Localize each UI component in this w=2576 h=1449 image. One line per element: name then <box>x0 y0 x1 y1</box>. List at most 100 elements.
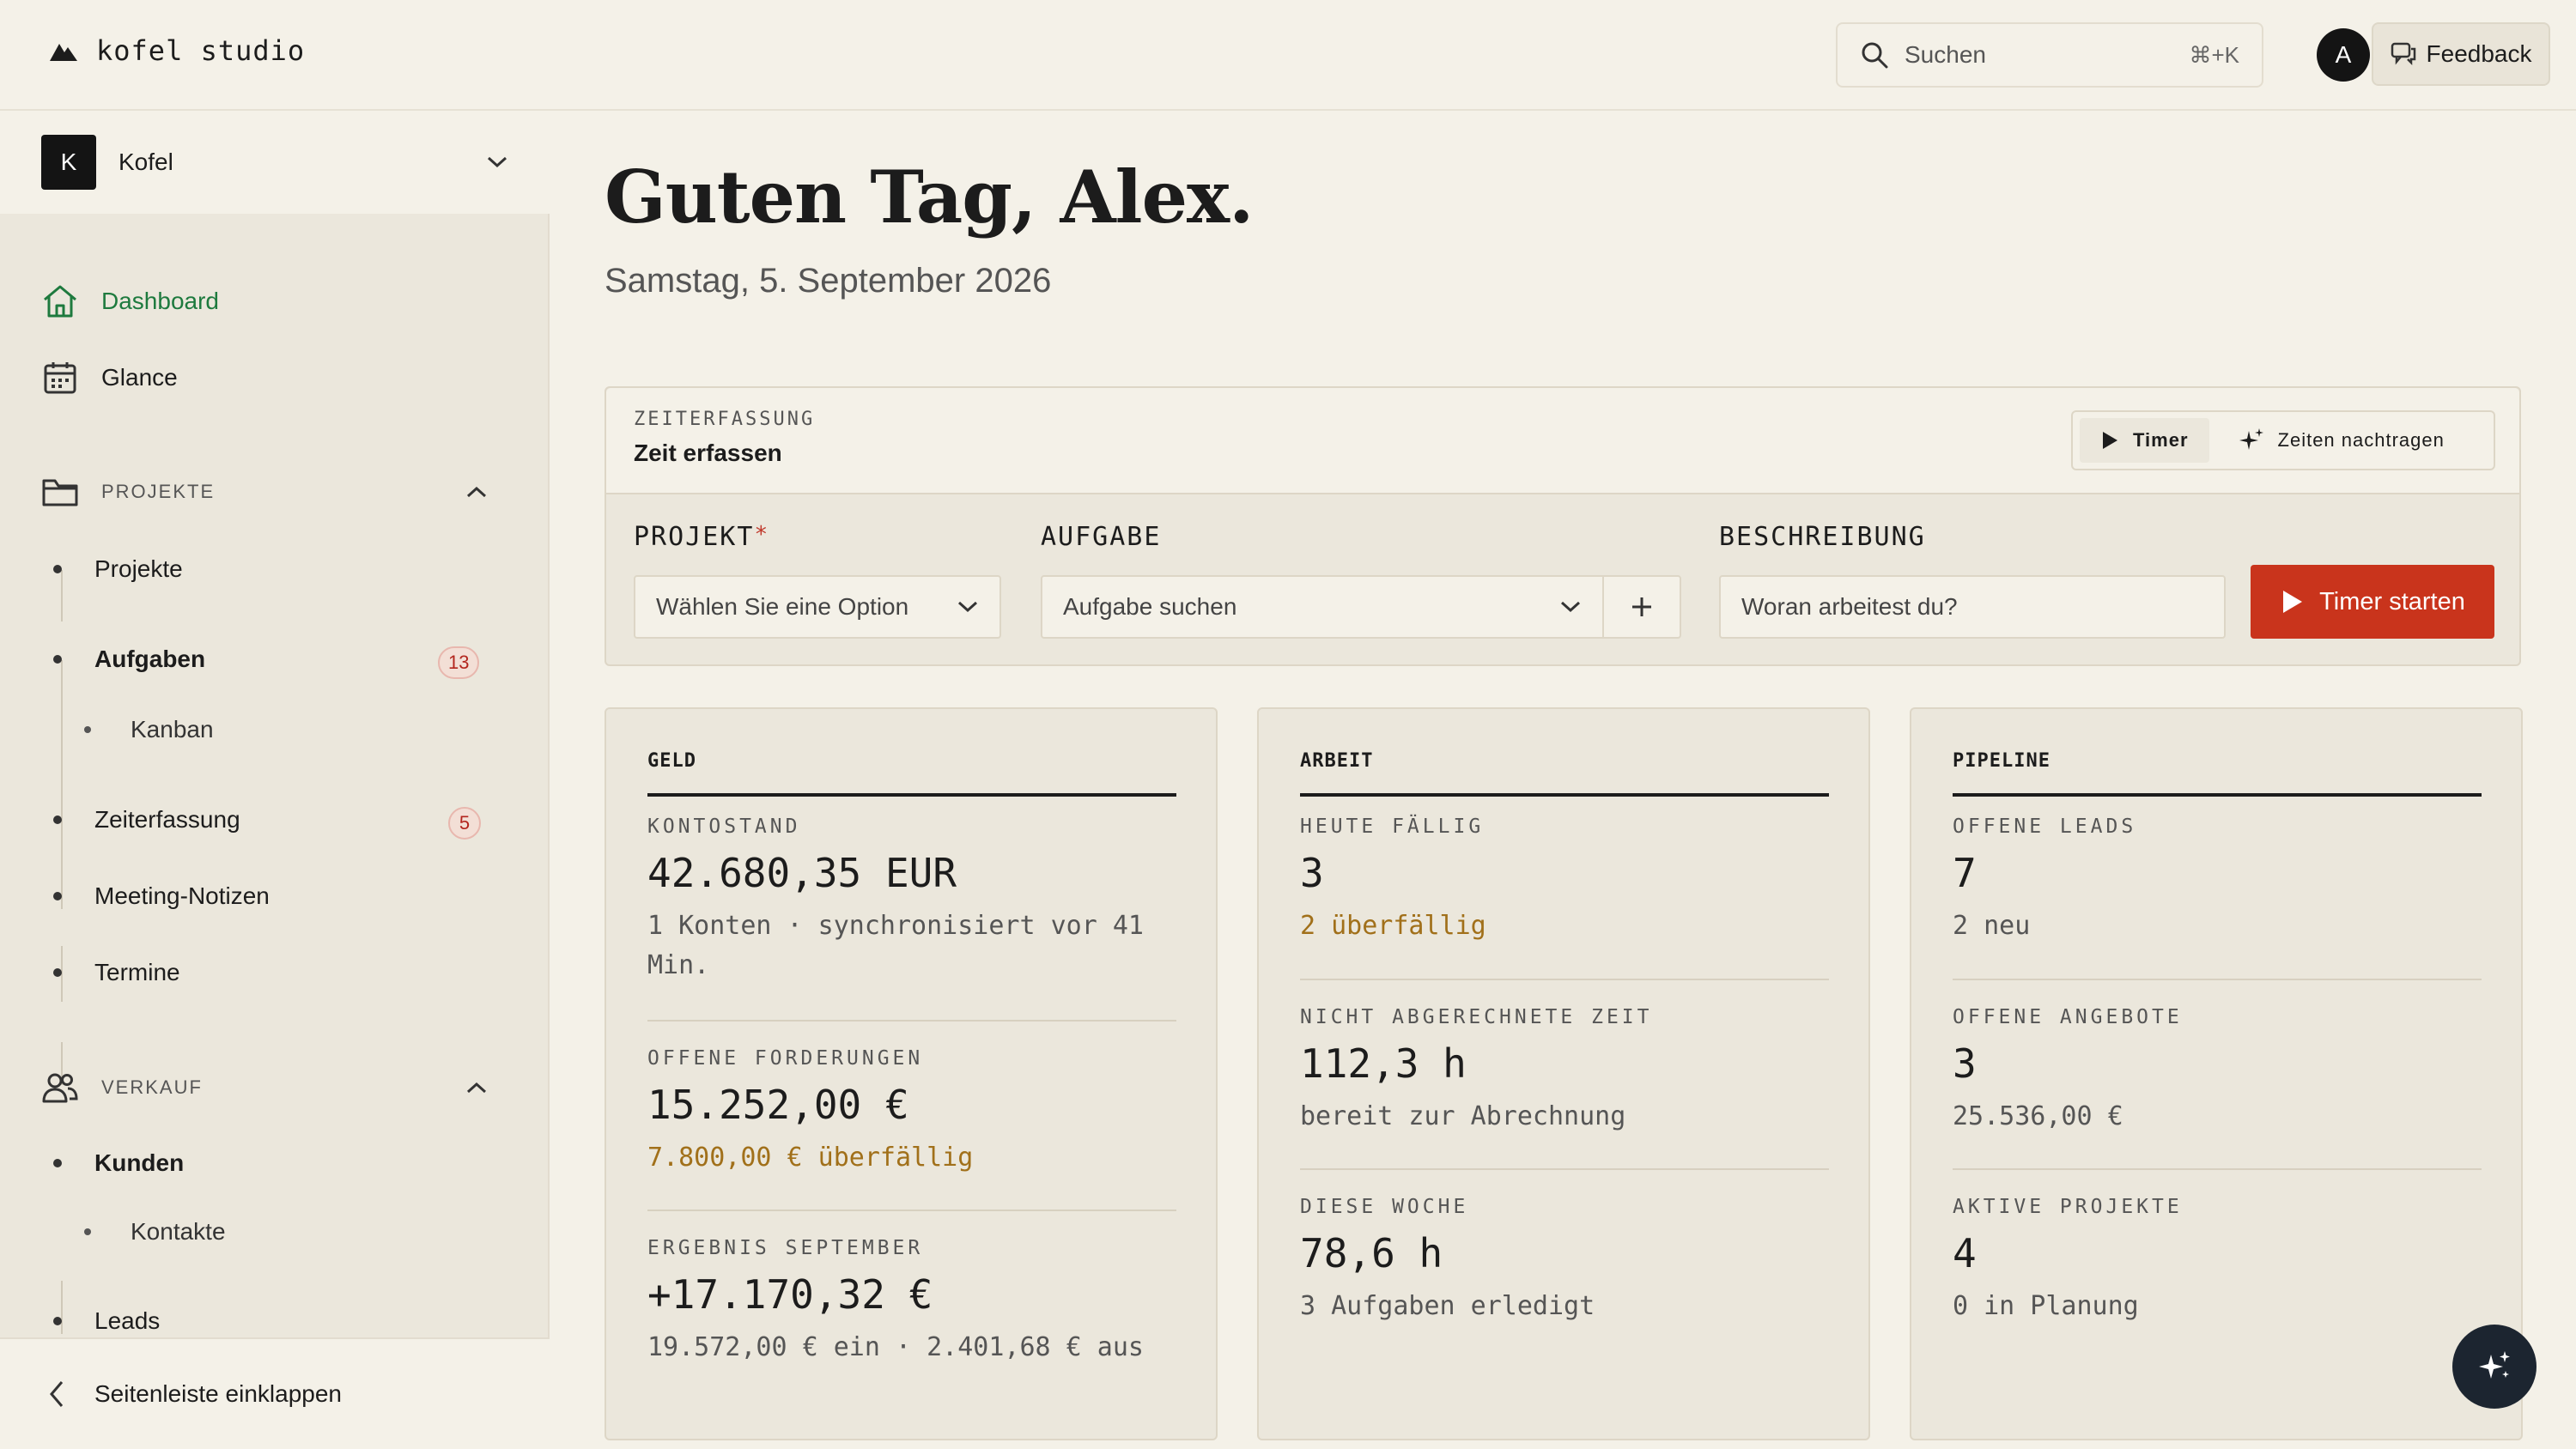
time-entry-kicker: ZEITERFASSUNG <box>634 409 816 430</box>
folder-icon <box>42 479 78 506</box>
calendar-icon <box>44 362 76 394</box>
project-select-placeholder: Wählen Sie eine Option <box>656 593 909 620</box>
project-select[interactable]: Wählen Sie eine Option <box>634 575 1001 639</box>
sidebar-item-appointments[interactable]: Termine <box>53 959 180 986</box>
section-sales-header[interactable]: VERKAUF <box>41 1070 488 1105</box>
time-entry-title: Zeit erfassen <box>634 440 782 466</box>
stat-label: ERGEBNIS SEPTEMBER <box>647 1237 924 1259</box>
sidebar-item-dashboard[interactable]: Dashboard <box>41 282 219 320</box>
stat-label: DIESE WOCHE <box>1300 1196 1469 1218</box>
page-date: Samstag, 5. September 2026 <box>605 262 1052 300</box>
bullet <box>53 565 62 573</box>
sidebar-item-leads[interactable]: Leads <box>53 1307 160 1335</box>
sidebar-item-label: Kanban <box>131 716 214 743</box>
add-task-button[interactable] <box>1602 575 1681 639</box>
required-mark: * <box>754 522 770 548</box>
bullet <box>53 655 62 664</box>
feedback-button[interactable]: Feedback <box>2372 22 2550 86</box>
collapse-sidebar-label: Seitenleiste einklappen <box>94 1380 342 1407</box>
stat-label: OFFENE LEADS <box>1953 815 2137 838</box>
description-placeholder: Woran arbeitest du? <box>1741 593 1958 620</box>
time-entry-mode-toggle: Timer Zeiten nachtragen <box>2071 410 2495 470</box>
stat-sub: 0 in Planung <box>1953 1291 2139 1321</box>
stat-sub: 3 Aufgaben erledigt <box>1300 1291 1595 1321</box>
pipeline-card-title: PIPELINE <box>1953 750 2482 797</box>
chevron-down-icon <box>1560 601 1581 613</box>
brand-name: kofel studio <box>96 34 306 67</box>
bullet <box>53 1159 62 1167</box>
sidebar-item-time-tracking[interactable]: Zeiterfassung <box>53 806 240 834</box>
sidebar-item-contacts[interactable]: Kontakte <box>84 1218 226 1246</box>
receivables-stat: OFFENE FORDERUNGEN 15.252,00 € 7.800,00 … <box>647 1020 1176 1178</box>
stat-label: OFFENE ANGEBOTE <box>1953 1006 2183 1028</box>
start-timer-button[interactable]: Timer starten <box>2251 565 2494 639</box>
bullet <box>84 726 91 733</box>
search-label: Suchen <box>1905 41 1986 68</box>
search-icon <box>1862 42 1888 69</box>
stat-value: 42.680,35 EUR <box>647 850 957 896</box>
description-input[interactable]: Woran arbeitest du? <box>1719 575 2226 639</box>
open-offers-stat: OFFENE ANGEBOTE 3 25.536,00 € <box>1953 979 2482 1137</box>
sidebar-item-tasks[interactable]: Aufgaben <box>53 646 205 673</box>
stat-sub-overdue: 7.800,00 € überfällig <box>647 1143 974 1173</box>
start-timer-label: Timer starten <box>2319 587 2465 615</box>
tree-line <box>61 660 63 909</box>
user-avatar[interactable]: A <box>2317 28 2370 82</box>
result-stat: ERGEBNIS SEPTEMBER +17.170,32 € 19.572,0… <box>647 1210 1176 1367</box>
stat-label: HEUTE FÄLLIG <box>1300 815 1485 838</box>
stat-sub-overdue: 2 überfällig <box>1300 911 1486 941</box>
chevron-up-icon <box>466 1082 487 1094</box>
workspace-avatar: K <box>41 135 96 190</box>
work-card: ARBEIT HEUTE FÄLLIG 3 2 überfällig NICHT… <box>1257 707 1870 1440</box>
stat-label: KONTOSTAND <box>647 815 801 838</box>
workspace-switcher[interactable]: K Kofel <box>0 111 550 214</box>
sidebar-item-label: Kunden <box>94 1149 185 1176</box>
collapse-sidebar-button[interactable]: Seitenleiste einklappen <box>0 1337 550 1449</box>
mode-backfill-button[interactable]: Zeiten nachtragen <box>2218 418 2465 463</box>
stat-sub: 19.572,00 € ein · 2.401,68 € aus <box>647 1332 1144 1362</box>
task-field-label: AUFGABE <box>1041 522 1162 552</box>
bullet <box>53 968 62 977</box>
unbilled-time-stat: NICHT ABGERECHNETE ZEIT 112,3 h bereit z… <box>1300 979 1829 1137</box>
task-search-select[interactable]: Aufgabe suchen <box>1041 575 1604 639</box>
sidebar-item-label: Meeting-Notizen <box>94 882 270 909</box>
stat-value: 78,6 h <box>1300 1230 1443 1276</box>
stat-value: 15.252,00 € <box>647 1082 909 1128</box>
money-card-title: GELD <box>647 750 1176 797</box>
this-week-stat: DIESE WOCHE 78,6 h 3 Aufgaben erledigt <box>1300 1168 1829 1326</box>
stat-sub: 25.536,00 € <box>1953 1101 2123 1131</box>
bullet <box>53 1317 62 1325</box>
mode-timer-label: Timer <box>2133 429 2189 451</box>
sidebar-item-meeting-notes[interactable]: Meeting-Notizen <box>53 882 270 910</box>
feedback-label: Feedback <box>2426 40 2532 67</box>
sidebar-item-label: Zeiterfassung <box>94 806 240 833</box>
sidebar-item-glance[interactable]: Glance <box>41 359 178 397</box>
sidebar: K Kofel Dashboard Glance PROJEKTE Projek… <box>0 111 550 1449</box>
ai-assistant-button[interactable] <box>2452 1325 2537 1409</box>
page-title: Guten Tag, Alex. <box>605 155 1254 239</box>
play-icon <box>2103 432 2117 449</box>
bullet <box>53 892 62 900</box>
sidebar-item-label: Aufgaben <box>94 646 206 672</box>
brand[interactable]: kofel studio <box>48 34 305 67</box>
plus-icon <box>1632 597 1651 616</box>
chevron-down-icon <box>957 601 978 613</box>
sidebar-item-label: Leads <box>94 1307 161 1334</box>
sidebar-item-kanban[interactable]: Kanban <box>84 716 214 743</box>
stat-sub: 2 neu <box>1953 911 2031 941</box>
time-entry-card: ZEITERFASSUNG Zeit erfassen Timer Zeiten… <box>605 386 2521 666</box>
tasks-count-badge: 13 <box>438 646 480 679</box>
section-projects-header[interactable]: PROJEKTE <box>41 475 488 509</box>
section-projects-label: PROJEKTE <box>101 481 216 502</box>
description-field-label: BESCHREIBUNG <box>1719 522 1926 552</box>
mode-timer-button[interactable]: Timer <box>2080 418 2209 463</box>
stat-value: 7 <box>1953 850 1977 896</box>
sidebar-item-label: Termine <box>94 959 180 985</box>
balance-stat: KONTOSTAND 42.680,35 EUR 1 Konten · sync… <box>647 815 1176 985</box>
search-box[interactable]: Suchen ⌘+K <box>1836 22 2263 88</box>
sidebar-item-projects[interactable]: Projekte <box>53 555 183 583</box>
stat-value: +17.170,32 € <box>647 1271 933 1318</box>
sidebar-item-customers[interactable]: Kunden <box>53 1149 184 1177</box>
logo-icon <box>50 44 77 61</box>
top-bar: kofel studio Suchen ⌘+K A Feedback <box>0 0 2576 111</box>
